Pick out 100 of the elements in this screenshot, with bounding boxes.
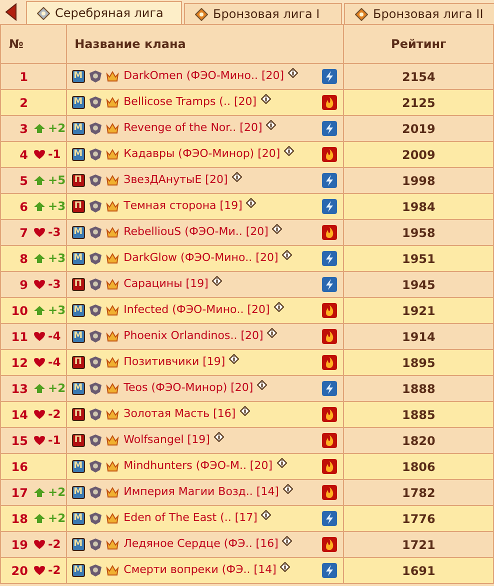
clan-name[interactable]: Phoenix Orlandinos.. [20] xyxy=(124,328,264,345)
clan-name[interactable]: Смерти вопреки (ФЭ.. [14] xyxy=(124,562,276,579)
rank-number: 12 xyxy=(10,354,28,372)
info-icon xyxy=(261,510,272,520)
rating-value: 1721 xyxy=(402,538,436,552)
faction-badge: П xyxy=(72,200,85,213)
rating-value: 1820 xyxy=(402,434,436,448)
medal-icon xyxy=(195,8,208,20)
crown-icon xyxy=(106,434,119,447)
clan-name[interactable]: Кадавры (ФЭО-Минор) [20] xyxy=(124,146,280,163)
clan-name[interactable]: Позитивчики [19] xyxy=(124,354,226,371)
faction-badge: П xyxy=(72,278,85,291)
crown-icon xyxy=(106,460,119,473)
clan-emblem-icon xyxy=(88,330,102,343)
info-icon xyxy=(229,354,240,364)
rank-change: -1 xyxy=(48,432,61,449)
rank-number: 17 xyxy=(10,484,28,502)
league-tab[interactable]: Серебряная лига xyxy=(26,1,182,24)
info-icon xyxy=(288,68,298,78)
clan-emblem-icon xyxy=(88,174,102,187)
rank-number: 16 xyxy=(10,458,28,476)
clan-name[interactable]: Infected (ФЭО-Мино.. [20] xyxy=(124,302,270,319)
clan-name[interactable]: DarkOmen (ФЭО-Мино.. [20] xyxy=(124,68,284,85)
clan-name[interactable]: Teos (ФЭО-Минор) [20] xyxy=(124,380,254,397)
league-tab[interactable]: Бронзовая лига II xyxy=(344,3,494,24)
info-icon xyxy=(272,224,282,234)
clan-emblem-icon xyxy=(88,122,102,135)
faction-badge: М xyxy=(72,382,85,395)
medal-icon xyxy=(37,6,50,20)
crown-icon xyxy=(106,330,119,343)
rating-value: 1951 xyxy=(402,252,436,266)
clan-name[interactable]: Eden of The East (.. [17] xyxy=(124,510,258,527)
back-arrow-icon[interactable] xyxy=(4,3,18,21)
clan-name[interactable]: Золотая Масть [16] xyxy=(124,406,236,423)
rank-number: 11 xyxy=(10,328,28,346)
crown-icon xyxy=(106,408,119,421)
clan-emblem-icon xyxy=(88,434,102,447)
faction-badge: П xyxy=(72,174,85,187)
faction-badge: М xyxy=(72,96,85,109)
rank-number: 9 xyxy=(18,276,28,294)
clan-name[interactable]: RebelliouS (ФЭО-Ми.. [20] xyxy=(124,224,268,241)
rank-number: 15 xyxy=(10,432,28,450)
faction-badge: М xyxy=(72,538,85,551)
clan-name[interactable]: Сарацины [19] xyxy=(124,276,208,293)
faction-badge: П xyxy=(72,408,85,421)
faction-badge: М xyxy=(72,70,85,83)
crown-icon xyxy=(106,564,119,577)
rank-number: 10 xyxy=(10,302,28,320)
faction-badge: М xyxy=(72,486,85,499)
clan-emblem-icon xyxy=(88,200,102,213)
crown-icon xyxy=(106,200,119,213)
clan-emblem-icon xyxy=(88,356,102,369)
rank-number: 18 xyxy=(10,510,28,528)
clan-emblem-icon xyxy=(88,148,102,161)
rating-value: 1782 xyxy=(402,486,436,500)
crown-icon xyxy=(106,278,119,291)
crown-icon xyxy=(106,486,119,499)
league-tab[interactable]: Бронзовая лига I xyxy=(184,3,342,24)
rank-change: -4 xyxy=(48,328,61,345)
clan-name[interactable]: Revenge of the Nor.. [20] xyxy=(124,120,262,137)
clan-emblem-icon xyxy=(88,96,102,109)
rank-number: 6 xyxy=(18,198,28,216)
rank-change: +5 xyxy=(48,172,66,189)
rank-number: 3 xyxy=(18,120,28,138)
clan-name[interactable]: Империя Магии Возд.. [14] xyxy=(124,484,279,501)
crown-icon xyxy=(106,252,119,265)
clan-name[interactable]: DarkGlow (ФЭО-Мино.. [20] xyxy=(124,250,278,267)
clan-emblem-icon xyxy=(88,70,102,83)
faction-badge: М xyxy=(72,564,85,577)
info-icon xyxy=(214,432,224,442)
clan-name[interactable]: Темная сторона [19] xyxy=(124,198,242,215)
rank-change: -1 xyxy=(48,146,61,163)
column-header: № xyxy=(9,37,24,51)
clan-name[interactable]: Ледяное Сердце (ФЭ.. [16] xyxy=(124,536,278,553)
info-icon xyxy=(280,562,290,572)
rank-number: 13 xyxy=(10,380,28,398)
rating-value: 2009 xyxy=(402,148,436,162)
faction-badge: М xyxy=(72,252,85,265)
clan-name[interactable]: Wolfsangel [19] xyxy=(124,432,210,449)
clan-emblem-icon xyxy=(88,252,102,265)
info-icon xyxy=(232,172,242,182)
crown-icon xyxy=(106,148,119,161)
clan-name[interactable]: Mindhunters (ФЭО-М.. [20] xyxy=(124,458,273,475)
rank-change: -4 xyxy=(48,354,61,371)
rank-number: 14 xyxy=(10,406,28,424)
rank-change: +3 xyxy=(48,198,66,215)
rating-value: 1921 xyxy=(402,304,436,318)
faction-badge: М xyxy=(72,512,85,525)
crown-icon xyxy=(106,226,119,239)
rank-number: 2 xyxy=(18,94,28,112)
column-header: Рейтинг xyxy=(391,37,446,51)
clan-name[interactable]: Bellicose Tramps (.. [20] xyxy=(124,94,257,111)
rank-number: 4 xyxy=(18,146,28,164)
rating-value: 2154 xyxy=(402,70,436,84)
rating-value: 1776 xyxy=(402,512,436,526)
rating-value: 1888 xyxy=(402,382,436,396)
faction-badge: М xyxy=(72,122,85,135)
rank-change: -2 xyxy=(48,562,61,579)
clan-name[interactable]: ЗвезДАнутыЕ [20] xyxy=(124,172,228,189)
clan-emblem-icon xyxy=(88,564,102,577)
